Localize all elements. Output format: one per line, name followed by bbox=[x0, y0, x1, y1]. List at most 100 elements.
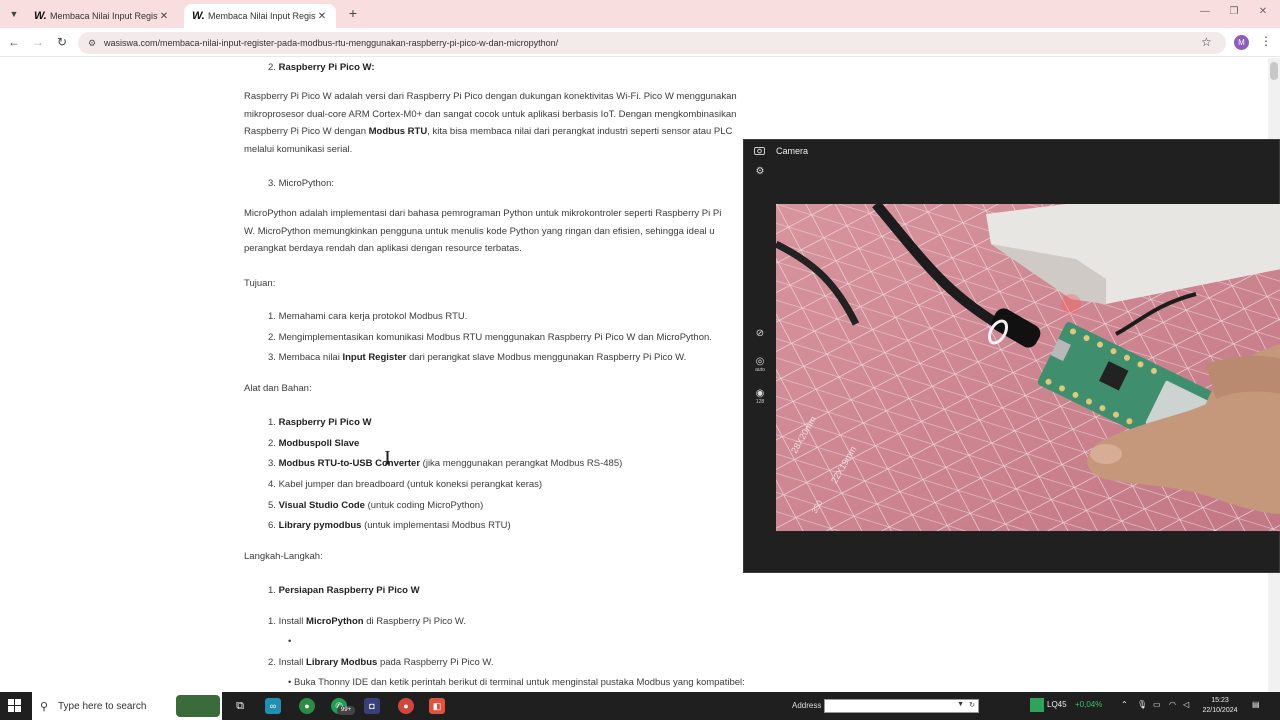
microphone-icon[interactable]: 🎙 bbox=[1137, 700, 1147, 709]
chevron-down-icon[interactable]: ▼ bbox=[957, 701, 964, 708]
address-toolbar-input[interactable]: ▼ ↻ bbox=[824, 699, 979, 713]
search-icon: ⚲ bbox=[40, 700, 49, 713]
stock-symbol[interactable]: LQ45 bbox=[1047, 700, 1067, 709]
tab-close-icon[interactable]: ✕ bbox=[316, 11, 328, 22]
bold-text: Visual Studio Code bbox=[278, 500, 365, 511]
section-title: MicroPython: bbox=[278, 178, 335, 189]
camera-title: Camera bbox=[776, 146, 809, 156]
list-number: 3. bbox=[268, 458, 276, 469]
windows-taskbar: ⚲ Type here to search ⧉ ∞ ● ✆ 99+ ◘ ● ◧ … bbox=[0, 692, 1280, 720]
section-3-paragraph: MicroPython adalah implementasi dari bah… bbox=[244, 205, 764, 258]
bold-text: Modbus RTU bbox=[368, 126, 428, 137]
list-number: 4. bbox=[268, 479, 276, 490]
section-2-paragraph: Raspberry Pi Pico W adalah versi dari Ra… bbox=[244, 88, 764, 158]
list-number: 1. bbox=[268, 585, 276, 596]
bold-text: Modbus RTU-to-USB Converter bbox=[278, 458, 421, 469]
clock-date: 22/10/2024 bbox=[1202, 707, 1238, 714]
list-item: 2. Modbuspoll Slave bbox=[268, 438, 359, 449]
task-view-icon[interactable]: ⧉ bbox=[232, 698, 248, 714]
wasiswa-favicon-icon: W. bbox=[192, 10, 205, 22]
scrollbar-thumb[interactable] bbox=[1270, 62, 1278, 80]
app-icon-red[interactable]: ◧ bbox=[429, 698, 445, 714]
section-title: Raspberry Pi Pico W: bbox=[278, 62, 375, 73]
list-number: 2. bbox=[268, 657, 276, 668]
text: Raspberry Pi Pico W dengan bbox=[244, 126, 369, 137]
iso-label: 128 bbox=[755, 399, 765, 405]
stock-widget-icon[interactable] bbox=[1030, 698, 1044, 712]
paragraph-line: MicroPython adalah implementasi dari bah… bbox=[244, 208, 722, 219]
camera-taskbar-icon[interactable]: ◘ bbox=[364, 698, 380, 714]
camera-scene: 28X20mm 22X19mm 350 bbox=[776, 204, 1280, 531]
minimize-icon[interactable]: — bbox=[1198, 6, 1212, 17]
browser-menu-icon[interactable]: ⋮ bbox=[1260, 34, 1272, 48]
list-item: 1. Raspberry Pi Pico W bbox=[268, 417, 372, 428]
paragraph-line: Raspberry Pi Pico W dengan Modbus RTU, k… bbox=[244, 123, 764, 141]
list-text: Memahami cara kerja protokol Modbus RTU. bbox=[278, 311, 468, 322]
stock-change: +0,04% bbox=[1075, 700, 1103, 709]
list-item: 1. Install MicroPython di Raspberry Pi P… bbox=[268, 616, 466, 627]
tab-search-icon[interactable]: ▼ bbox=[6, 6, 22, 22]
window-close-icon[interactable]: ✕ bbox=[1256, 6, 1270, 17]
bookmark-star-icon[interactable]: ☆ bbox=[1201, 35, 1212, 49]
tab-title: Membaca Nilai Input Register p bbox=[50, 11, 158, 21]
camera-settings-gear-icon[interactable]: ⚙ bbox=[752, 166, 768, 177]
battery-icon[interactable]: ▭ bbox=[1153, 700, 1161, 709]
restore-icon[interactable]: ❐ bbox=[1227, 6, 1241, 17]
bullet-mark: • bbox=[288, 677, 292, 688]
forward-arrow-icon[interactable]: → bbox=[30, 34, 46, 50]
refresh-icon[interactable]: ↻ bbox=[969, 701, 975, 709]
list-number: 1. bbox=[268, 417, 276, 428]
list-item: 3. Modbus RTU-to-USB Converter (jika men… bbox=[268, 458, 622, 469]
reload-icon[interactable]: ↻ bbox=[54, 34, 70, 50]
volume-icon[interactable]: ◁ bbox=[1183, 700, 1189, 709]
camera-iso-icon[interactable]: ◉ 128 bbox=[752, 388, 768, 405]
system-clock[interactable]: 15:23 22/10/2024 bbox=[1196, 696, 1244, 716]
chrome-icon[interactable]: ● bbox=[299, 698, 315, 714]
tab-2-active[interactable]: W. Membaca Nilai Input Register p ✕ bbox=[184, 4, 336, 28]
tab-close-icon[interactable]: ✕ bbox=[158, 11, 170, 22]
list-number: 2. bbox=[268, 438, 276, 449]
section-2-heading: 2. Raspberry Pi Pico W: bbox=[268, 62, 375, 73]
bold-text: Library pymodbus bbox=[278, 520, 362, 531]
bold-text: Input Register bbox=[342, 352, 407, 363]
list-text: Buka Thonny IDE dan ketik perintah berik… bbox=[293, 677, 745, 688]
clock-time: 15:23 bbox=[1211, 697, 1229, 704]
profile-avatar[interactable]: M bbox=[1234, 35, 1249, 50]
list-text: (jika menggunakan perangkat Modbus RS-48… bbox=[420, 458, 623, 469]
section-3-heading: 3. MicroPython: bbox=[268, 178, 334, 189]
screen: ▼ W. Membaca Nilai Input Register p ✕ W.… bbox=[0, 0, 1280, 720]
url-text: wasiswa.com/membaca-nilai-input-register… bbox=[104, 38, 559, 48]
list-item: 4. Kabel jumper dan breadboard (untuk ko… bbox=[268, 479, 542, 490]
list-text: dari perangkat slave Modbus menggunakan … bbox=[406, 352, 687, 363]
list-text: Mengimplementasikan komunikasi Modbus RT… bbox=[278, 332, 712, 343]
address-bar[interactable]: ⚙ wasiswa.com/membaca-nilai-input-regist… bbox=[78, 32, 1226, 54]
list-text: (untuk coding MicroPython) bbox=[364, 500, 484, 511]
chrome-profile-icon[interactable]: ● bbox=[398, 698, 414, 714]
list-item: 2. Mengimplementasikan komunikasi Modbus… bbox=[268, 332, 712, 343]
notification-center-icon[interactable]: ▤ bbox=[1252, 700, 1260, 709]
list-number: 5. bbox=[268, 500, 276, 511]
browser-tab-strip: ▼ W. Membaca Nilai Input Register p ✕ W.… bbox=[0, 0, 1280, 28]
paragraph-line: mikroprosesor dual-core ARM Cortex-M0+ d… bbox=[244, 108, 737, 120]
camera-exposure-auto-icon[interactable]: ◎ auto bbox=[752, 356, 768, 373]
site-info-icon[interactable]: ⚙ bbox=[88, 38, 104, 49]
bullet-item-empty: • bbox=[288, 636, 292, 647]
back-arrow-icon[interactable]: ← bbox=[6, 34, 22, 50]
camera-app-window[interactable]: Camera ⚙ ⊘ ◎ auto ◉ 128 28X20mm 22X19mm … bbox=[743, 139, 1280, 573]
camera-timer-icon[interactable]: ⊘ bbox=[752, 328, 768, 339]
new-tab-button[interactable]: + bbox=[345, 5, 361, 21]
app-icon-blue[interactable]: ∞ bbox=[265, 698, 281, 714]
list-text: Membaca nilai bbox=[278, 352, 343, 363]
camera-titlebar[interactable]: Camera bbox=[744, 140, 1280, 162]
tab-1[interactable]: W. Membaca Nilai Input Register p ✕ bbox=[26, 4, 178, 28]
tujuan-heading: Tujuan: bbox=[244, 278, 276, 289]
langkah-heading: Langkah-Langkah: bbox=[244, 551, 323, 562]
step-heading: 1. Persiapan Raspberry Pi Pico W bbox=[268, 585, 420, 596]
wifi-icon[interactable]: ◠ bbox=[1169, 700, 1176, 709]
show-hidden-icons-icon[interactable]: ⌃ bbox=[1121, 700, 1128, 709]
browser-toolbar: ← → ↻ ⚙ wasiswa.com/membaca-nilai-input-… bbox=[0, 28, 1280, 57]
search-highlight-illustration-icon[interactable] bbox=[176, 695, 220, 717]
list-text: di Raspberry Pi Pico W. bbox=[363, 616, 466, 627]
windows-start-icon[interactable] bbox=[8, 699, 22, 713]
list-text: Install bbox=[278, 616, 307, 627]
